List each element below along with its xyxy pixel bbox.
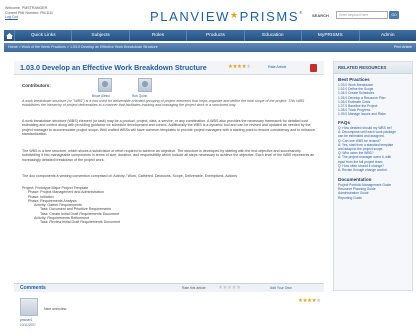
add-comment-link[interactable]: Add Your Own [270, 286, 292, 290]
article-title-bar: 1.03.0 Develop an Effective Work Breakdo… [14, 61, 324, 75]
documentation-heading: Documentation [338, 177, 372, 182]
comment-item: pmuser1 10/11/2007 Nice overview ★★★★★ [14, 295, 324, 331]
comments-header: Comments Rate this article: ★★★★★ Add Yo… [14, 283, 324, 292]
search-label: SEARCH [312, 13, 329, 18]
article-paragraph: The doc components a viewing convention … [22, 174, 238, 178]
wbs-outline: Project: Prototype Major Project Templat… [22, 186, 318, 225]
nav-products[interactable]: Products [186, 30, 243, 41]
related-resources-sidebar: RELATED RESOURCES Best Practices 1.03.0 … [333, 61, 413, 291]
welcome-block: Welcome, PMSTRANGER Current PMI Number: … [5, 6, 75, 20]
faqs-list: Q: How detailed should my WBS be? A: Dec… [338, 126, 412, 172]
faqs-heading: FAQs [338, 120, 350, 125]
nav-subjects[interactable]: Subjects [71, 30, 128, 41]
article-intro: A work breakdown structure (or "WBS") is… [22, 99, 305, 108]
contributors-label: Contributors: [22, 83, 51, 88]
top-header: Welcome, PMSTRANGER Current PMI Number: … [0, 0, 419, 30]
contributor-name[interactable]: Bruce Alessi [92, 94, 110, 98]
nav-quick-links[interactable]: Quick Links [14, 30, 71, 41]
rate-stars-input[interactable]: ★★★★★ [218, 285, 241, 291]
nav-myprisms[interactable]: MyPRISMS [301, 30, 358, 41]
planview-prisms-logo[interactable]: PLANVIEW★PRISMS® [150, 9, 304, 24]
outline-item: Task: Review Initial Draft Requirements … [40, 220, 121, 225]
logout-link[interactable]: Log Out [5, 15, 75, 20]
documentation-list: Project Portfolio Management Guide Resou… [338, 183, 412, 200]
contributor-avatar[interactable] [138, 78, 152, 92]
article-paragraph: The WBS is a tree structure, which shows… [22, 149, 315, 162]
rate-this-label: Rate this article: [182, 286, 207, 290]
search-input[interactable]: Enter keyword here [336, 11, 388, 19]
breadcrumb: Home > Work of the Week Practices > 1.03… [4, 43, 416, 52]
logo-text: PLANVIEW [150, 9, 230, 24]
best-practices-heading: Best Practices [338, 77, 370, 82]
best-practices-list: 1.03.0 Work Breakdown 1.02.0 Define the … [338, 83, 412, 117]
article-panel: 1.03.0 Develop an Effective Work Breakdo… [14, 61, 324, 275]
nav-admin[interactable]: Admin [358, 30, 416, 41]
comment-text: Nice overview [44, 307, 67, 311]
logo-trademark: ® [299, 10, 304, 15]
welcome-text: Welcome, PMSTRANGER [5, 6, 48, 10]
print-article-link[interactable]: Print Article [394, 43, 412, 52]
breadcrumb-path[interactable]: Home > Work of the Week Practices > 1.03… [8, 45, 158, 49]
rate-article-link[interactable]: Rate Article [268, 65, 286, 69]
commenter-avatar [20, 298, 38, 316]
sidebar-heading: RELATED RESOURCES [334, 62, 412, 74]
article-paragraph: A work breakdown structure (WBS) element… [22, 119, 315, 136]
commenter-name[interactable]: pmuser1 [20, 318, 32, 322]
pdf-icon[interactable] [310, 64, 317, 72]
nav-education[interactable]: Education [243, 30, 301, 41]
comment-date: 10/11/2007 [20, 323, 36, 327]
contributor-name[interactable]: Rob Quinn [132, 94, 147, 98]
logo-star-icon: ★ [229, 10, 240, 20]
logo-suffix: PRISMS [239, 9, 300, 24]
article-rating-stars: ★★★★★ [228, 64, 251, 70]
faq-line: A: Revise through change control. [338, 168, 388, 173]
nav-roles[interactable]: Roles [128, 30, 186, 41]
search-go-button[interactable]: GO [389, 11, 399, 19]
home-icon[interactable] [4, 30, 14, 41]
main-nav: Quick Links Subjects Roles Products Educ… [4, 30, 416, 41]
contributor-avatar[interactable] [98, 78, 112, 92]
sidebar-link[interactable]: 1.09.0 Manage Issues and Risks [338, 112, 412, 116]
sidebar-link[interactable]: Reporting Guide [338, 196, 412, 200]
comment-rating-stars: ★★★★★ [298, 298, 321, 304]
pmi-number: Current PMI Number: PM-D11 [5, 10, 54, 15]
article-title: 1.03.0 Develop an Effective Work Breakdo… [20, 63, 207, 72]
comments-title: Comments [20, 285, 46, 291]
